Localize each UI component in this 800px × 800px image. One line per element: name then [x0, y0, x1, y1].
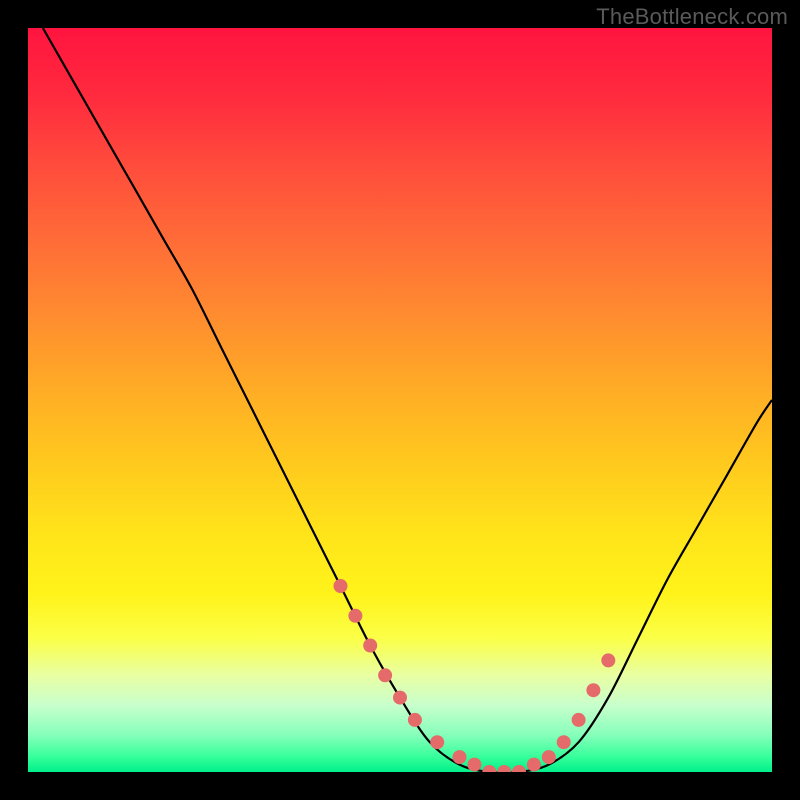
highlight-dot [430, 735, 444, 749]
highlight-dot [557, 735, 571, 749]
highlight-dot [408, 713, 422, 727]
highlight-dot [348, 609, 362, 623]
highlight-dot [363, 639, 377, 653]
highlight-dot [572, 713, 586, 727]
highlight-dot [527, 758, 541, 772]
highlight-dot [512, 765, 526, 772]
highlight-dot [497, 765, 511, 772]
watermark-text: TheBottleneck.com [596, 4, 788, 30]
highlight-dot [601, 653, 615, 667]
highlight-dot [467, 758, 481, 772]
highlight-dots [334, 579, 616, 772]
bottleneck-curve [43, 28, 772, 772]
highlight-dot [453, 750, 467, 764]
highlight-dot [482, 765, 496, 772]
highlight-dot [542, 750, 556, 764]
chart-frame: TheBottleneck.com [0, 0, 800, 800]
curve-path [43, 28, 772, 772]
highlight-dot [334, 579, 348, 593]
curve-layer [28, 28, 772, 772]
highlight-dot [586, 683, 600, 697]
plot-area [28, 28, 772, 772]
highlight-dot [378, 668, 392, 682]
highlight-dot [393, 691, 407, 705]
